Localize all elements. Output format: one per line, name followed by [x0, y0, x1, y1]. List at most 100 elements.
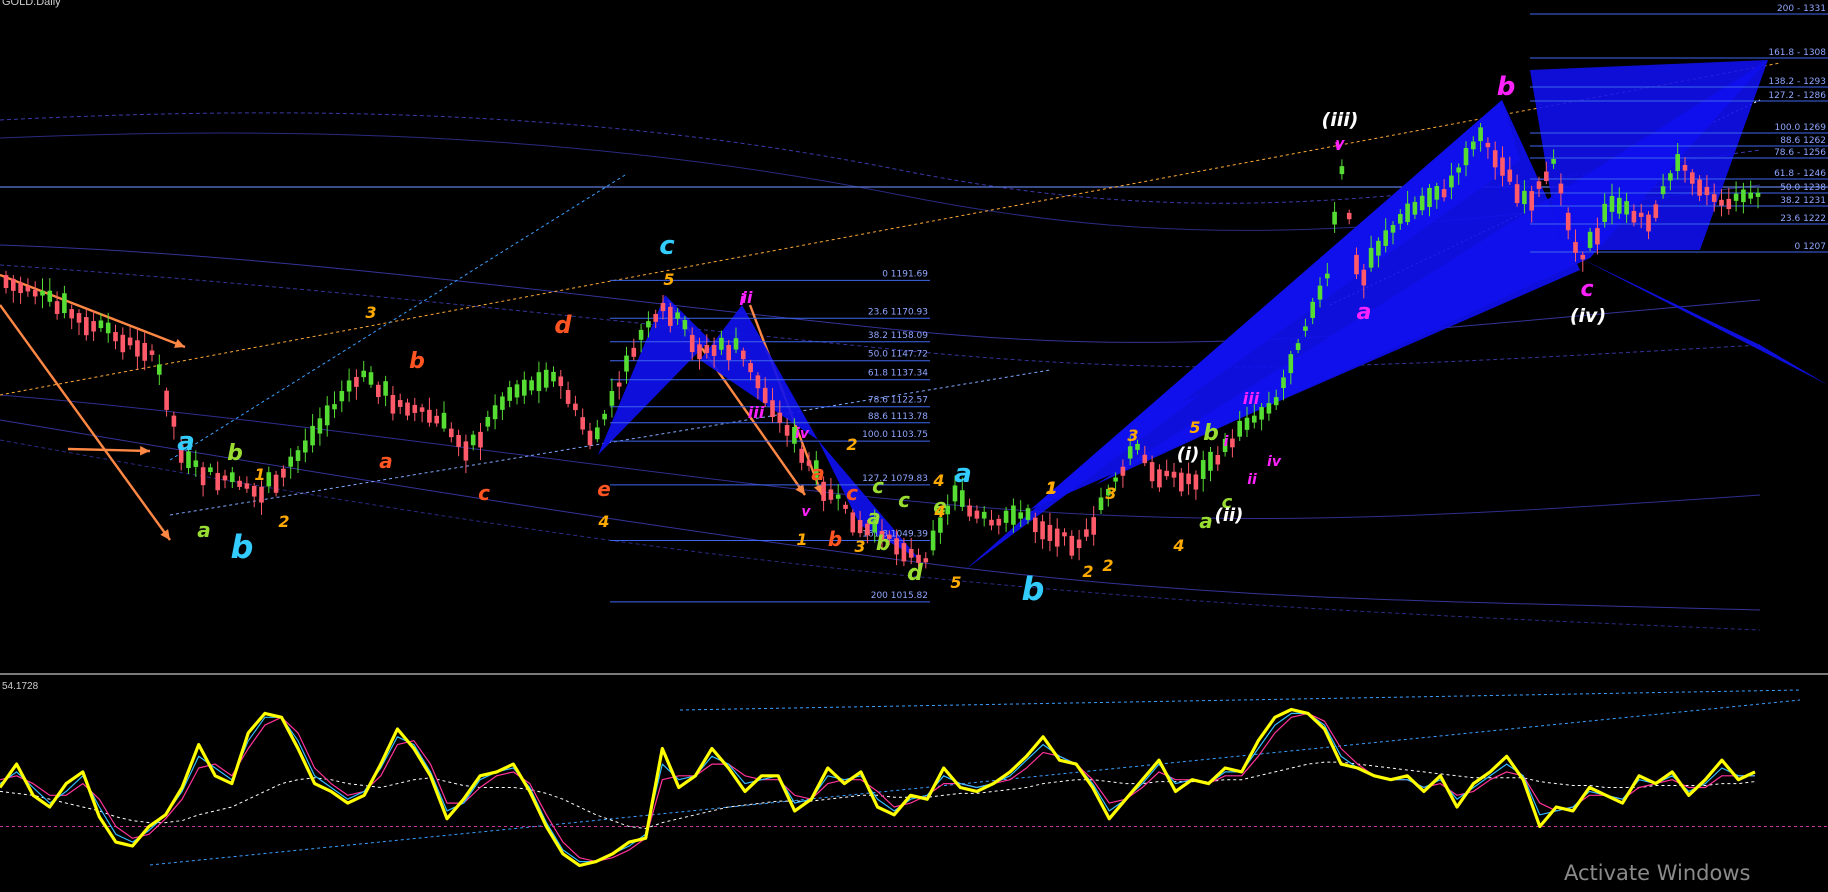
candle-body	[697, 344, 702, 360]
wave-label: b	[227, 441, 243, 466]
candle-body	[923, 558, 929, 563]
candle-body	[1193, 474, 1199, 490]
candle-body	[1179, 472, 1184, 492]
candle-body	[974, 510, 980, 519]
fib-label: 23.6 1170.93	[868, 307, 928, 317]
candle-body	[719, 337, 724, 350]
oscillator-line-fast	[0, 712, 1755, 863]
candle-body	[1558, 183, 1564, 194]
candle-body	[1295, 343, 1301, 350]
candle-body	[273, 474, 279, 493]
candle-body	[303, 440, 308, 453]
wave-label: 2	[1082, 562, 1093, 581]
wave-label: (iv)	[1570, 305, 1606, 327]
wave-label: 1	[796, 530, 807, 549]
activate-windows-watermark: Activate Windows	[1564, 861, 1751, 885]
wave-label: b	[1022, 570, 1045, 608]
candle-body	[142, 343, 147, 361]
fib-label: 88.6 1262	[1780, 136, 1826, 146]
wave-label: 5	[950, 573, 961, 592]
arrow-head	[139, 445, 150, 456]
candle-body	[762, 387, 768, 404]
candle-body	[1573, 242, 1578, 253]
fib-label: 161.8 1049.39	[862, 530, 928, 540]
candle-body	[1733, 193, 1739, 201]
candle-body	[609, 391, 615, 406]
candle-body	[237, 480, 242, 487]
candle-body	[1456, 167, 1461, 173]
wave-label: a	[197, 518, 211, 542]
candle-body	[1602, 203, 1607, 222]
wave-label: d	[554, 311, 572, 339]
candle-body	[1332, 211, 1337, 225]
candle-body	[1273, 397, 1279, 406]
wave-label: 1	[1045, 479, 1056, 498]
candle-body	[478, 431, 483, 448]
wave-label: b	[828, 527, 842, 551]
wave-label: a	[954, 459, 972, 489]
candle-body	[835, 494, 841, 499]
wave-label: v	[1334, 138, 1344, 154]
candle-body	[40, 290, 45, 296]
wave-label: a	[379, 449, 393, 473]
candle-body	[1529, 191, 1534, 211]
candle-body	[361, 370, 366, 378]
candle-body	[1383, 230, 1388, 246]
candle-body	[463, 441, 469, 461]
candle-body	[1120, 466, 1126, 476]
price-chart[interactable]: 0 1191.69 23.6 1170.93 38.2 1158.09 50.0 11…	[0, 0, 1828, 892]
candle-body	[120, 334, 126, 353]
candle-body	[105, 322, 111, 334]
candle-body	[711, 345, 717, 356]
candle-body	[1076, 539, 1082, 549]
candle-body	[1522, 190, 1527, 205]
candle-body	[354, 376, 359, 387]
wave-label: 2	[1102, 556, 1113, 575]
candle-body	[573, 403, 578, 411]
candle-body	[1054, 528, 1060, 547]
candle-body	[1668, 173, 1673, 181]
candle-body	[536, 372, 542, 391]
fib-label: 23.6 1222	[1780, 214, 1826, 224]
candle-body	[288, 456, 293, 467]
candle-body	[1638, 212, 1644, 217]
candle-body	[1237, 420, 1242, 437]
candle-body	[784, 425, 790, 436]
wave-label: c	[659, 231, 675, 261]
oscillator-line-main	[0, 707, 1756, 868]
candle-body	[1047, 524, 1053, 541]
candle-body	[689, 334, 695, 353]
wave-label: b	[409, 349, 425, 374]
candle-body	[215, 472, 220, 491]
fib-label: 100.0 1269	[1774, 123, 1826, 133]
fib-label: 78.6 - 1256	[1774, 148, 1826, 158]
candle-body	[368, 372, 374, 385]
candle-body	[1062, 532, 1067, 537]
candle-body	[492, 405, 498, 420]
wave-label: c	[1580, 277, 1593, 302]
candle-body	[230, 472, 235, 483]
wave-label: b	[1497, 72, 1516, 102]
wave-label: iii	[1243, 389, 1260, 408]
candle-body	[339, 391, 345, 402]
candle-body	[470, 434, 476, 446]
candle-body	[1660, 186, 1666, 195]
candle-body	[1544, 171, 1549, 182]
candle-body	[595, 427, 600, 440]
candle-body	[193, 460, 199, 467]
candle-body	[1434, 186, 1440, 200]
wave-label: b	[231, 528, 254, 566]
candle-body	[828, 489, 834, 500]
fib-label: 127.2 - 1286	[1768, 91, 1826, 101]
candle-body	[1208, 451, 1213, 471]
wave-label: d	[907, 561, 923, 586]
candle-body	[996, 518, 1002, 526]
candle-body	[419, 407, 425, 412]
candle-body	[266, 472, 272, 487]
candle-body	[741, 350, 746, 360]
candle-body	[405, 402, 410, 416]
candle-body	[565, 390, 571, 404]
harmonic-patterns	[598, 60, 1828, 570]
candle-body	[113, 332, 118, 342]
candle-body	[244, 483, 250, 489]
